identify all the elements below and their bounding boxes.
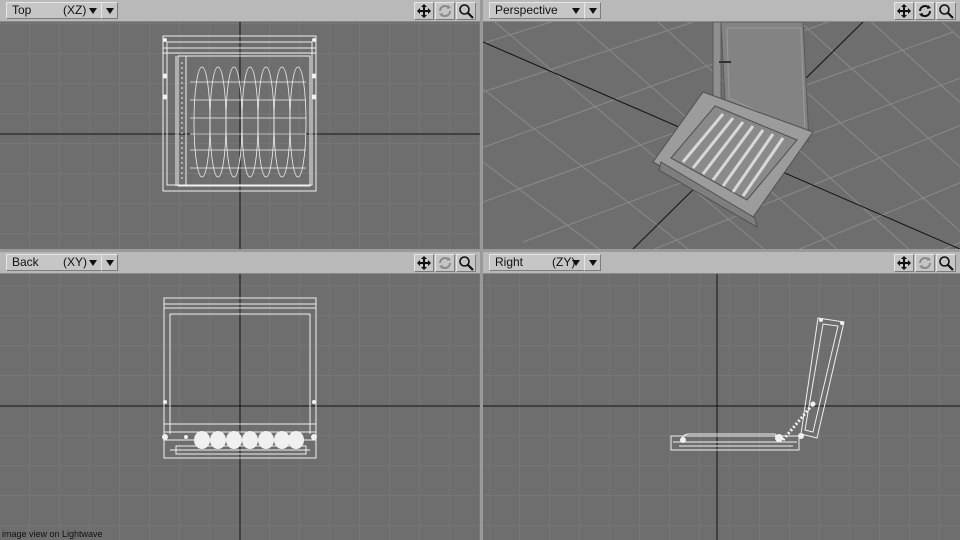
view-type-selector[interactable]: Right (ZY) xyxy=(489,254,585,271)
move-icon xyxy=(897,4,911,18)
viewport-menu-button[interactable] xyxy=(584,254,601,271)
chevron-down-icon xyxy=(572,8,580,14)
viewport-menu-button[interactable] xyxy=(584,2,601,19)
view-name: Back xyxy=(12,255,39,269)
view-name: Perspective xyxy=(495,3,558,17)
move-view-button[interactable] xyxy=(894,2,914,20)
image-caption: image view on Lightwave xyxy=(2,529,103,539)
rotate-icon xyxy=(439,5,451,17)
viewport-toolbar: Right (ZY) xyxy=(483,252,960,274)
viewport-divider-vertical[interactable] xyxy=(480,0,483,540)
rotate-view-button[interactable] xyxy=(435,2,455,20)
move-icon xyxy=(417,256,431,270)
zoom-view-button[interactable] xyxy=(456,2,476,20)
move-icon xyxy=(897,256,911,270)
viewport-canvas[interactable] xyxy=(0,274,480,540)
view-name: Right xyxy=(495,255,524,269)
chevron-down-icon xyxy=(89,8,97,14)
viewport-canvas[interactable] xyxy=(483,22,960,249)
viewport-toolbar: Back (XY) xyxy=(0,252,480,274)
zoom-view-button[interactable] xyxy=(936,2,956,20)
viewport-divider-horizontal[interactable] xyxy=(0,249,960,252)
zoom-icon xyxy=(459,4,474,19)
zoom-icon xyxy=(939,4,954,19)
zoom-icon xyxy=(459,256,474,271)
chevron-down-icon xyxy=(106,8,114,14)
move-icon xyxy=(417,4,431,18)
viewport-right[interactable]: Right (ZY) xyxy=(483,252,960,540)
view-name: Top xyxy=(12,3,32,17)
move-view-button[interactable] xyxy=(414,254,434,272)
viewport-toolbar: Perspective xyxy=(483,0,960,22)
chevron-down-icon xyxy=(89,260,97,266)
view-type-selector[interactable]: Perspective xyxy=(489,2,585,19)
zoom-icon xyxy=(939,256,954,271)
zoom-view-button[interactable] xyxy=(936,254,956,272)
chevron-down-icon xyxy=(589,8,597,14)
view-axis: (XZ) xyxy=(63,3,87,17)
view-type-selector[interactable]: Back (XY) xyxy=(6,254,102,271)
viewport-perspective[interactable]: Perspective xyxy=(483,0,960,249)
move-view-button[interactable] xyxy=(894,254,914,272)
viewport-back[interactable]: Back (XY) xyxy=(0,252,480,540)
chevron-down-icon xyxy=(106,260,114,266)
chevron-down-icon xyxy=(589,260,597,266)
viewport-top[interactable]: Top (XZ) xyxy=(0,0,480,249)
rotate-icon xyxy=(439,257,451,269)
viewport-menu-button[interactable] xyxy=(101,2,118,19)
rotate-icon xyxy=(919,5,931,17)
rotate-view-button[interactable] xyxy=(915,2,935,20)
viewport-toolbar: Top (XZ) xyxy=(0,0,480,22)
view-axis: (XY) xyxy=(63,255,87,269)
move-view-button[interactable] xyxy=(414,2,434,20)
viewport-canvas[interactable] xyxy=(483,274,960,540)
viewport-canvas[interactable] xyxy=(0,22,480,249)
rotate-view-button[interactable] xyxy=(915,254,935,272)
rotate-view-button[interactable] xyxy=(435,254,455,272)
viewport-menu-button[interactable] xyxy=(101,254,118,271)
zoom-view-button[interactable] xyxy=(456,254,476,272)
chevron-down-icon xyxy=(572,260,580,266)
rotate-icon xyxy=(919,257,931,269)
view-type-selector[interactable]: Top (XZ) xyxy=(6,2,102,19)
